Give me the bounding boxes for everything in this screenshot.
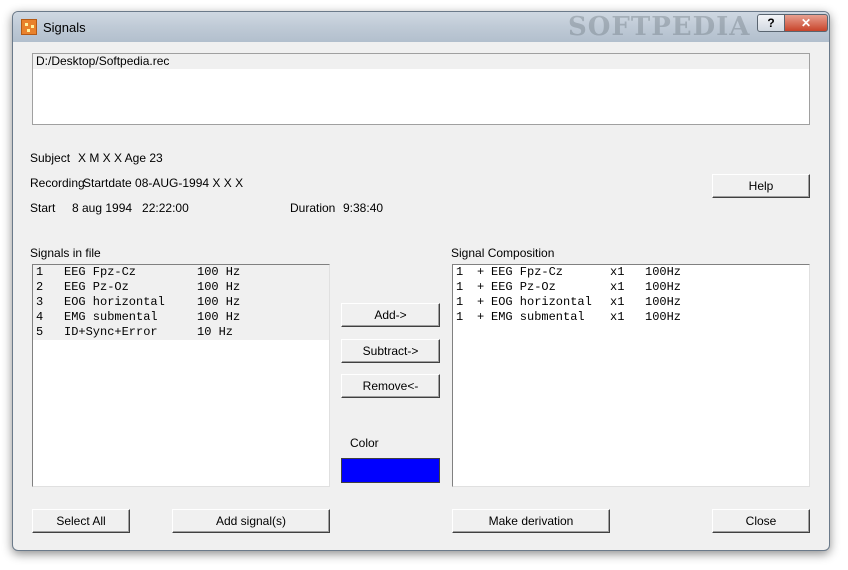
remove-button[interactable]: Remove<-	[341, 374, 440, 398]
signal-rate: 100 Hz	[197, 295, 241, 309]
signal-num: 5	[36, 325, 44, 339]
file-path-box: D:/Desktop/Softpedia.rec	[32, 53, 810, 125]
color-swatch[interactable]	[341, 458, 440, 483]
title-bar[interactable]: Signals SOFTPEDIA ? ✕	[13, 12, 829, 42]
dialog-body: D:/Desktop/Softpedia.rec Subject X M X X…	[20, 42, 820, 542]
composition-name: EEG Fpz-Cz	[491, 265, 564, 279]
signals-in-file-list[interactable]: 1 EEG Fpz-Cz 100 Hz 2 EEG Pz-Oz 100 Hz 3 EOG ho…	[32, 264, 330, 487]
signal-row[interactable]: 5 ID+Sync+Error 10 Hz	[33, 325, 329, 340]
subject-value: X M X X Age 23	[78, 151, 163, 165]
signal-composition-label: Signal Composition	[451, 246, 555, 260]
composition-rate: 100Hz	[645, 310, 682, 324]
signal-num: 1	[36, 265, 44, 279]
composition-rate: 100Hz	[645, 295, 682, 309]
composition-name: EEG Pz-Oz	[491, 280, 556, 294]
composition-factor: x1	[610, 265, 625, 279]
signal-name: EOG horizontal	[64, 295, 165, 309]
add-signals-button[interactable]: Add signal(s)	[172, 509, 330, 533]
help-button[interactable]: Help	[712, 174, 810, 198]
close-icon[interactable]: ✕	[784, 14, 828, 32]
composition-num: 1	[456, 280, 464, 294]
color-label: Color	[350, 436, 379, 450]
start-label: Start	[30, 201, 56, 215]
composition-factor: x1	[610, 310, 625, 324]
composition-sign: +	[477, 280, 485, 294]
start-value: 8 aug 1994 22:22:00	[72, 201, 189, 215]
signal-name: EMG submental	[64, 310, 158, 324]
composition-sign: +	[477, 295, 485, 309]
composition-row[interactable]: 1 + EMG submental x1 100Hz	[453, 310, 809, 325]
signal-row[interactable]: 4 EMG submental 100 Hz	[33, 310, 329, 325]
recording-value: Startdate 08-AUG-1994 X X X	[83, 176, 244, 190]
composition-sign: +	[477, 265, 485, 279]
window-title: Signals	[43, 20, 86, 35]
watermark-logo: SOFTPEDIA	[568, 12, 751, 42]
make-derivation-button[interactable]: Make derivation	[452, 509, 610, 533]
composition-num: 1	[456, 295, 464, 309]
composition-name: EMG submental	[491, 310, 585, 324]
help-icon[interactable]: ?	[757, 14, 785, 32]
signal-name: EEG Pz-Oz	[64, 280, 129, 294]
add-button[interactable]: Add->	[341, 303, 440, 327]
signal-row[interactable]: 2 EEG Pz-Oz 100 Hz	[33, 280, 329, 295]
signal-rate: 100 Hz	[197, 310, 241, 324]
duration-value: 9:38:40	[343, 201, 384, 215]
signal-num: 4	[36, 310, 44, 324]
composition-row[interactable]: 1 + EEG Pz-Oz x1 100Hz	[453, 280, 809, 295]
composition-row[interactable]: 1 + EOG horizontal x1 100Hz	[453, 295, 809, 310]
signal-composition-list[interactable]: 1 + EEG Fpz-Cz x1 100Hz 1 + EEG Pz-Oz x1 100Hz 1 + E…	[452, 264, 810, 487]
app-icon	[21, 19, 37, 35]
recording-label: Recording	[30, 176, 85, 190]
file-path: D:/Desktop/Softpedia.rec	[33, 54, 809, 69]
composition-rate: 100Hz	[645, 265, 682, 279]
subtract-button[interactable]: Subtract->	[341, 339, 440, 363]
signal-row[interactable]: 3 EOG horizontal 100 Hz	[33, 295, 329, 310]
signal-rate: 100 Hz	[197, 280, 241, 294]
signal-rate: 100 Hz	[197, 265, 241, 279]
select-all-button[interactable]: Select All	[32, 509, 130, 533]
signal-rate: 10 Hz	[197, 325, 234, 339]
signal-num: 3	[36, 295, 44, 309]
composition-num: 1	[456, 310, 464, 324]
signals-dialog: Signals SOFTPEDIA ? ✕ D:/Desktop/Softped…	[12, 11, 830, 551]
duration-label: Duration	[290, 201, 336, 215]
composition-rate: 100Hz	[645, 280, 682, 294]
signal-name: ID+Sync+Error	[64, 325, 158, 339]
signal-name: EEG Fpz-Cz	[64, 265, 137, 279]
signal-row[interactable]: 1 EEG Fpz-Cz 100 Hz	[33, 265, 329, 280]
close-button[interactable]: Close	[712, 509, 810, 533]
composition-factor: x1	[610, 295, 625, 309]
signal-num: 2	[36, 280, 44, 294]
composition-num: 1	[456, 265, 464, 279]
composition-name: EOG horizontal	[491, 295, 592, 309]
subject-label: Subject	[30, 151, 71, 165]
composition-row[interactable]: 1 + EEG Fpz-Cz x1 100Hz	[453, 265, 809, 280]
composition-factor: x1	[610, 280, 625, 294]
signals-in-file-label: Signals in file	[30, 246, 101, 260]
composition-sign: +	[477, 310, 485, 324]
